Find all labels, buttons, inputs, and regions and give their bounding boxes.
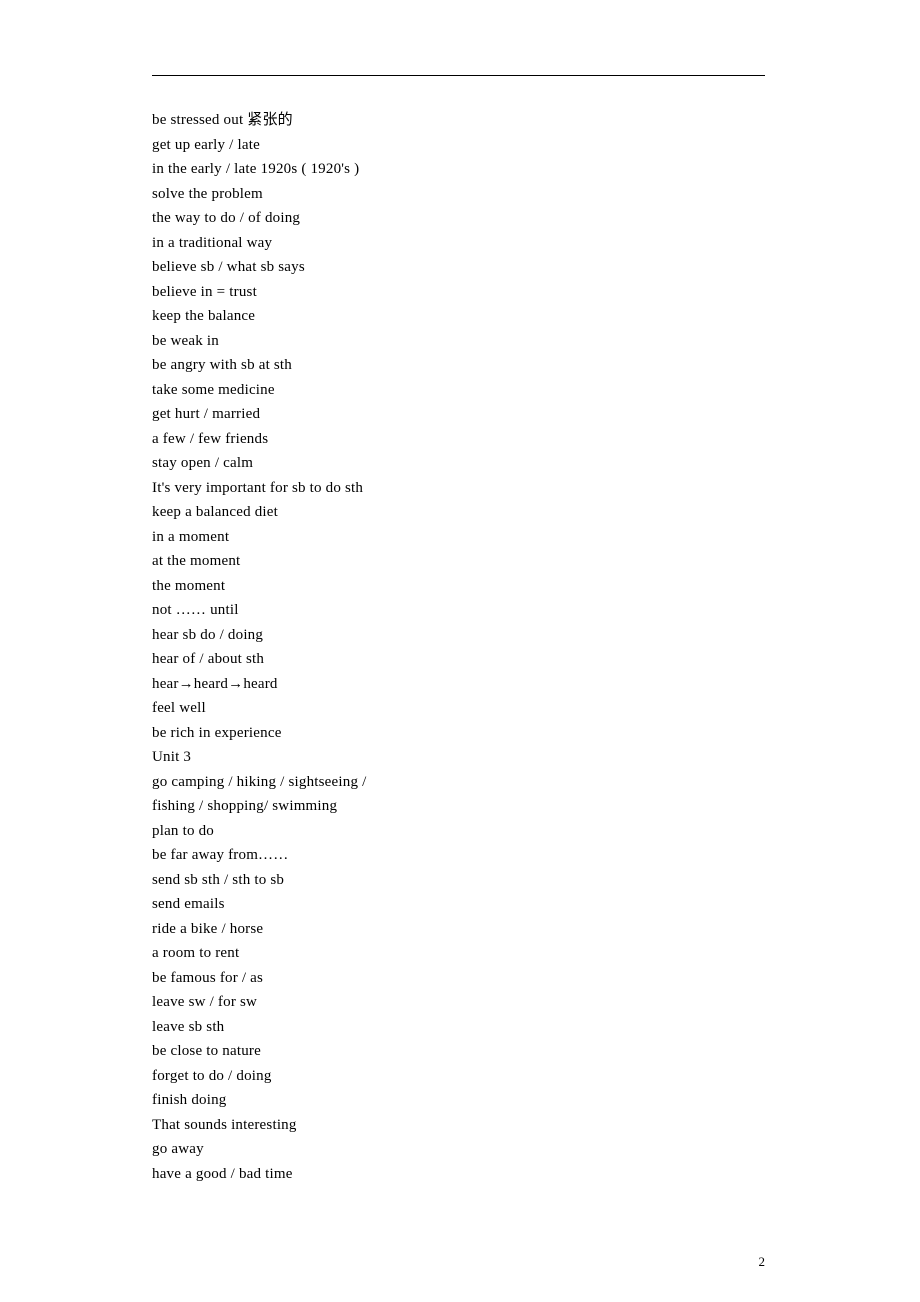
text-line: the way to do / of doing [152, 206, 765, 231]
text-line: have a good / bad time [152, 1162, 765, 1187]
text-line: be famous for / as [152, 966, 765, 991]
text-line: leave sb sth [152, 1015, 765, 1040]
text-line: send emails [152, 892, 765, 917]
text-line: hear sb do / doing [152, 623, 765, 648]
text-line: Unit 3 [152, 745, 765, 770]
text-line: forget to do / doing [152, 1064, 765, 1089]
text-line: be close to nature [152, 1039, 765, 1064]
text-line: ride a bike / horse [152, 917, 765, 942]
text-line: a room to rent [152, 941, 765, 966]
text-line: send sb sth / sth to sb [152, 868, 765, 893]
text-line: finish doing [152, 1088, 765, 1113]
text-line: in a moment [152, 525, 765, 550]
text-line: be stressed out 紧张的 [152, 108, 765, 133]
text-line: get hurt / married [152, 402, 765, 427]
text-line: It's very important for sb to do sth [152, 476, 765, 501]
text-line: stay open / calm [152, 451, 765, 476]
text-line: in a traditional way [152, 231, 765, 256]
page-number: 2 [759, 1254, 766, 1270]
text-line: go camping / hiking / sightseeing / [152, 770, 765, 795]
text-line: hear of / about sth [152, 647, 765, 672]
header-divider [152, 75, 765, 76]
text-line: hear→heard→heard [152, 672, 765, 697]
text-line: go away [152, 1137, 765, 1162]
text-line: be far away from…… [152, 843, 765, 868]
text-line: keep a balanced diet [152, 500, 765, 525]
text-line: keep the balance [152, 304, 765, 329]
text-line: a few / few friends [152, 427, 765, 452]
text-line: get up early / late [152, 133, 765, 158]
text-line: be rich in experience [152, 721, 765, 746]
document-body: be stressed out 紧张的get up early / latein… [152, 108, 765, 1186]
text-line: leave sw / for sw [152, 990, 765, 1015]
text-line: be angry with sb at sth [152, 353, 765, 378]
text-line: believe sb / what sb says [152, 255, 765, 280]
text-line: take some medicine [152, 378, 765, 403]
text-line: believe in = trust [152, 280, 765, 305]
text-line: feel well [152, 696, 765, 721]
text-line: solve the problem [152, 182, 765, 207]
text-line: plan to do [152, 819, 765, 844]
text-line: That sounds interesting [152, 1113, 765, 1138]
document-page: be stressed out 紧张的get up early / latein… [0, 0, 920, 1186]
text-line: the moment [152, 574, 765, 599]
text-line: be weak in [152, 329, 765, 354]
text-line: not …… until [152, 598, 765, 623]
text-line: fishing / shopping/ swimming [152, 794, 765, 819]
text-line: at the moment [152, 549, 765, 574]
text-line: in the early / late 1920s ( 1920's ) [152, 157, 765, 182]
